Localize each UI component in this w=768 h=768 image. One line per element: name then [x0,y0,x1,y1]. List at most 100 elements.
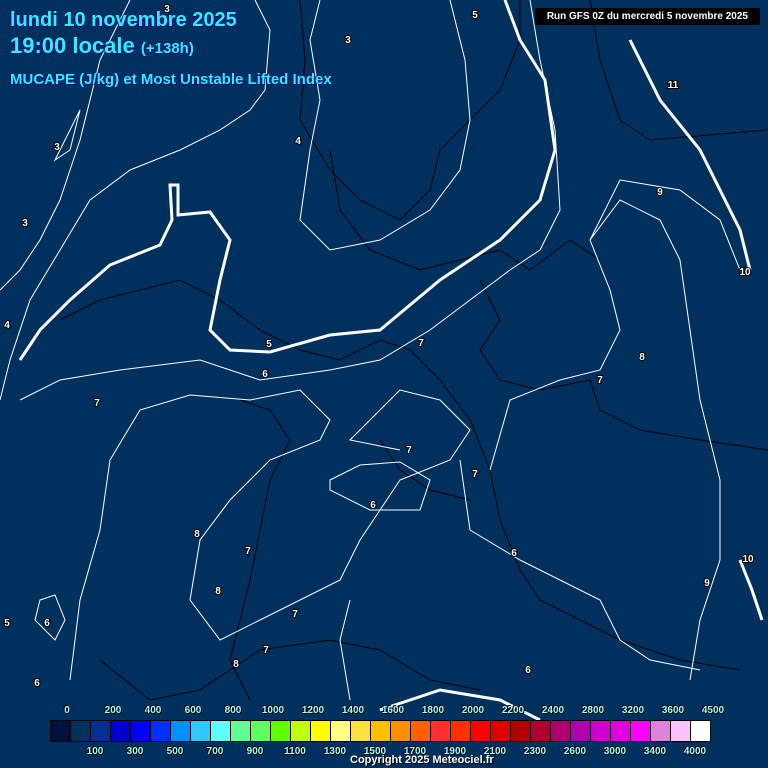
legend-swatch [571,721,591,741]
contour-label: 6 [44,618,50,629]
legend-label-bottom: 100 [86,746,104,757]
contour-label: 6 [511,548,517,559]
contour-labels: 33334455666666777777778888991010115 [3,3,755,690]
contour-label: 8 [194,529,200,540]
legend-swatch [431,721,451,741]
contour-label: 3 [345,35,351,46]
contour-label: 11 [668,80,679,91]
forecast-date: lundi 10 novembre 2025 [10,9,237,31]
contour-label: 4 [4,320,10,331]
contour-label: 8 [215,586,221,597]
legend-swatch [511,721,531,741]
legend-label-top: 3200 [621,705,645,716]
legend-swatch [671,721,691,741]
contour-label: 7 [94,398,100,409]
legend-swatch [111,721,131,741]
legend-swatch [611,721,631,741]
legend-swatch [411,721,431,741]
legend-swatch [471,721,491,741]
legend-label-bottom: 1100 [284,746,306,757]
contour-label: 3 [22,218,28,229]
contour-label: 6 [370,500,376,511]
parameter-title: MUCAPE (J/kg) et Most Unstable Lifted In… [10,71,332,88]
legend-swatch [191,721,211,741]
color-scale-legend [50,720,711,742]
legend-swatch [351,721,371,741]
contour-label: 4 [295,136,301,147]
contour-label: 7 [292,609,298,620]
legend-label-top: 200 [104,705,122,716]
legend-swatch [231,721,251,741]
contour-label: 8 [639,352,645,363]
local-time: 19:00 locale [10,33,135,58]
legend-label-top: 2200 [501,705,525,716]
legend-swatch [491,721,511,741]
contour-label: 5 [472,10,478,21]
lead-time: (+138h) [140,40,194,57]
contour-label: 6 [262,369,268,380]
legend-label-bottom: 3400 [643,746,667,757]
legend-label-top: 600 [184,705,202,716]
legend-swatch [71,721,91,741]
legend-swatch [151,721,171,741]
legend-label-top: 800 [224,705,242,716]
contour-label: 5 [4,618,10,629]
weather-map: 33334455666666777777778888991010115 [0,0,768,722]
legend-label-top: 400 [144,705,162,716]
contour-label: 7 [472,469,478,480]
contour-label: 7 [406,445,412,456]
legend-label-bottom: 1300 [323,746,347,757]
legend-swatch [691,721,710,741]
legend-swatch [311,721,331,741]
contour-label: 6 [525,665,531,676]
lifted-index-contours [0,0,741,701]
legend-swatch [131,721,151,741]
legend-swatch [551,721,571,741]
legend-swatch [531,721,551,741]
legend-label-top: 2800 [581,705,605,716]
contour-label: 7 [245,546,251,557]
contour-label: 5 [266,339,272,350]
legend-label-top: 2400 [541,705,565,716]
legend-swatch [91,721,111,741]
legend-label-top: 1000 [261,705,285,716]
legend-label-bottom: 300 [126,746,144,757]
run-info: Run GFS 0Z du mercredi 5 novembre 2025 [534,8,760,25]
legend-swatch [251,721,271,741]
legend-label-bottom: 700 [206,746,224,757]
cape-zero-line [18,0,764,722]
legend-swatch [631,721,651,741]
contour-label: 9 [657,187,663,198]
legend-label-top: 3600 [661,705,685,716]
forecast-time: 19:00 locale (+138h) [10,33,194,59]
legend-label-top: 1400 [341,705,365,716]
contour-label: 6 [34,678,40,689]
legend-label-bottom: 4000 [683,746,707,757]
contour-label: 7 [263,645,269,656]
legend-label-bottom: 2300 [523,746,547,757]
legend-label-top: 1800 [421,705,445,716]
legend-label-top: 1600 [381,705,405,716]
legend-swatch [391,721,411,741]
legend-swatch [291,721,311,741]
legend-swatch [271,721,291,741]
legend-swatch [651,721,671,741]
contour-label: 7 [597,375,603,386]
legend-label-bottom: 500 [166,746,184,757]
legend-label-top: 4500 [701,705,725,716]
legend-swatch [51,721,71,741]
legend-swatch [171,721,191,741]
legend-swatch [371,721,391,741]
legend-label-bottom: 2600 [563,746,587,757]
legend-label-top: 2000 [461,705,485,716]
legend-label-bottom: 3000 [603,746,627,757]
contour-label: 7 [418,338,424,349]
contour-label: 9 [704,578,710,589]
legend-swatch [591,721,611,741]
copyright: Copyright 2025 Meteociel.fr [350,754,494,766]
contour-label: 8 [233,659,239,670]
legend-label-top: 1200 [301,705,325,716]
contour-label: 3 [54,142,60,153]
coastlines-borders [59,0,768,701]
legend-label-bottom: 900 [246,746,264,757]
